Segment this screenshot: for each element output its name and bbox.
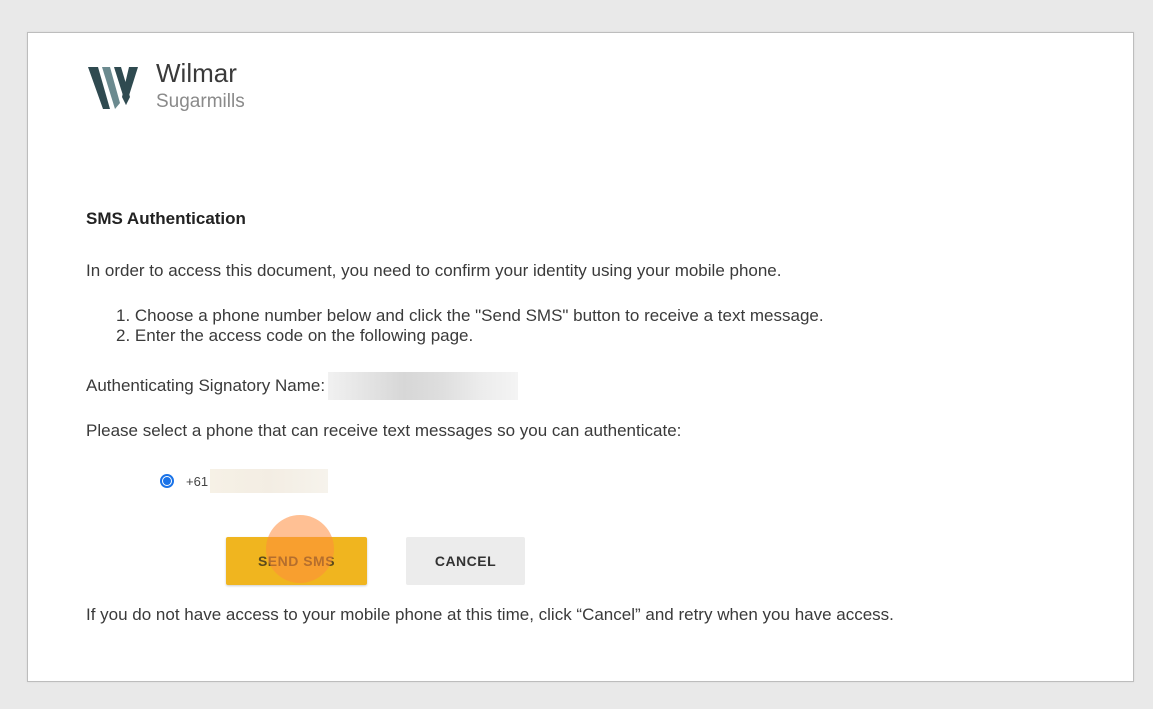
radio-selected-dot: [163, 477, 171, 485]
step-2: 2. Enter the access code on the followin…: [116, 326, 474, 345]
phone-radio[interactable]: [160, 474, 174, 488]
cancel-button[interactable]: CANCEL: [406, 537, 525, 585]
step-1: 1. Choose a phone number below and click…: [116, 306, 824, 325]
brand-subtitle: Sugarmills: [156, 91, 245, 112]
brand-logo: Wilmar Sugarmills: [88, 58, 245, 115]
signatory-label: Authenticating Signatory Name:: [86, 376, 326, 395]
brand-text: Wilmar Sugarmills: [156, 57, 245, 115]
phone-option[interactable]: +61: [160, 469, 329, 493]
wilmar-logo-icon: [88, 67, 138, 109]
phone-prefix: +61: [186, 473, 209, 489]
signatory-name-redacted: [328, 372, 519, 400]
brand-name: Wilmar: [156, 58, 237, 88]
select-phone-prompt: Please select a phone that can receive t…: [86, 421, 682, 440]
send-sms-button[interactable]: SEND SMS: [226, 537, 367, 585]
footer-note: If you do not have access to your mobile…: [86, 605, 894, 624]
phone-number-redacted: [210, 469, 329, 493]
instruction-steps: 1. Choose a phone number below and click…: [116, 306, 824, 346]
signatory-row: Authenticating Signatory Name:: [86, 372, 519, 400]
authentication-card: Wilmar Sugarmills SMS Authentication In …: [27, 32, 1134, 682]
intro-text: In order to access this document, you ne…: [86, 261, 782, 280]
page-title: SMS Authentication: [86, 209, 246, 228]
